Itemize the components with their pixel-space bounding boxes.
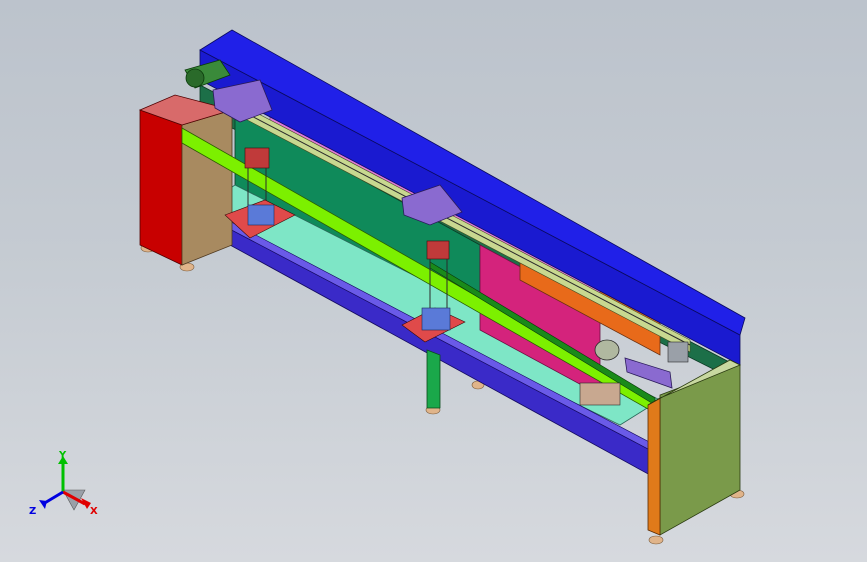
motor-end (185, 68, 205, 88)
right-leg-side (659, 364, 741, 536)
right-leg-front (647, 397, 661, 536)
mount-plate-left (247, 204, 275, 226)
z-axis-label: Z (29, 506, 37, 517)
foot (648, 535, 664, 545)
clamp-block (579, 382, 621, 406)
gearbox (624, 357, 673, 389)
drive-wheel (594, 339, 620, 361)
y-axis-label: Y (59, 450, 67, 461)
cad-viewport[interactable]: Y X Z (0, 0, 867, 562)
coordinate-triad (39, 456, 91, 511)
left-leg-front (139, 109, 183, 266)
z-arrow-icon (39, 500, 47, 509)
mount-plate-middle (421, 307, 451, 331)
machine-model[interactable] (0, 0, 867, 562)
x-axis-label: X (90, 506, 98, 517)
bracket-middle (426, 240, 450, 260)
end-block (667, 341, 689, 363)
middle-leg (426, 349, 441, 409)
bracket-left (244, 147, 270, 169)
